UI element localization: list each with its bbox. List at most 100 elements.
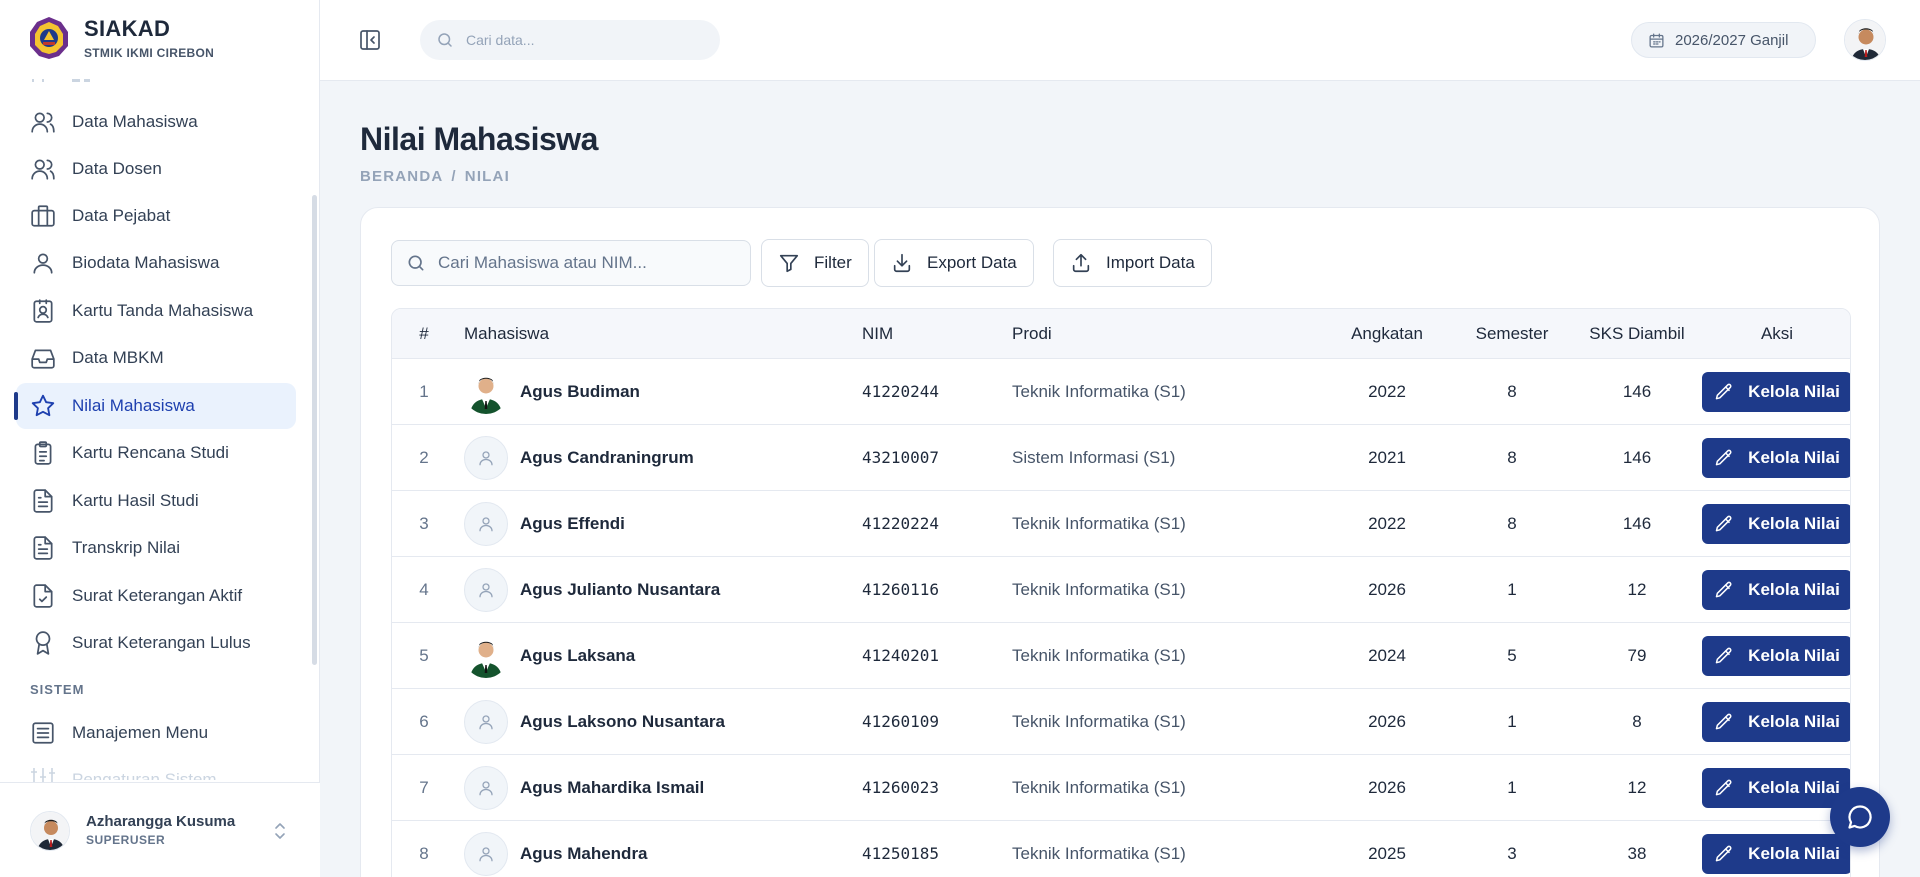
row-number: 2 bbox=[419, 447, 429, 467]
sidebar-item-data-mahasiswa[interactable]: Data Mahasiswa bbox=[16, 99, 296, 145]
table-header: # Mahasiswa NIM Prodi Angkatan Semester … bbox=[392, 309, 1850, 359]
breadcrumb-current: NILAI bbox=[464, 168, 510, 185]
chat-bubble-icon bbox=[1848, 805, 1872, 829]
student-sks: 146 bbox=[1622, 513, 1652, 533]
student-cell: Agus Effendi bbox=[464, 491, 625, 556]
id-badge-icon bbox=[33, 299, 53, 323]
student-semester: 8 bbox=[1507, 513, 1517, 533]
kelola-nilai-button[interactable]: Kelola Nilai bbox=[1702, 833, 1850, 874]
file-text-icon bbox=[33, 536, 53, 560]
file-text-icon bbox=[33, 489, 53, 513]
pencil-icon bbox=[1715, 383, 1732, 399]
chat-button[interactable] bbox=[1830, 787, 1890, 847]
student-sks: 38 bbox=[1627, 843, 1647, 863]
sidebar-item-label: Kartu Hasil Studi bbox=[72, 491, 199, 510]
sidebar-item-kartu-rencana-studi[interactable]: Kartu Rencana Studi bbox=[16, 430, 296, 476]
header-mahasiswa[interactable]: Mahasiswa bbox=[464, 309, 549, 358]
header-semester[interactable]: Semester bbox=[1452, 309, 1572, 358]
user-placeholder-icon bbox=[464, 501, 508, 546]
student-search-input[interactable] bbox=[438, 253, 738, 273]
filter-button[interactable]: Filter bbox=[761, 239, 869, 287]
student-nim: 41240201 bbox=[862, 646, 940, 665]
download-icon bbox=[893, 253, 911, 273]
kelola-nilai-label: Kelola Nilai bbox=[1748, 645, 1840, 665]
user-role: SUPERUSER bbox=[86, 833, 166, 847]
table-row: 5 Agus Laksana 41240201 Teknik Informatika … bbox=[392, 623, 1850, 689]
sidebar-item-surat-keterangan-lulus[interactable]: Surat Keterangan Lulus bbox=[16, 620, 296, 666]
import-data-button[interactable]: Import Data bbox=[1053, 239, 1212, 287]
kelola-nilai-button[interactable]: Kelola Nilai bbox=[1702, 437, 1850, 478]
sidebar-item-pengaturan-sistem[interactable]: Pengaturan Sistem bbox=[30, 768, 217, 782]
kelola-nilai-button[interactable]: Kelola Nilai bbox=[1702, 371, 1850, 412]
user-profile[interactable]: Azharangga Kusuma SUPERUSER bbox=[0, 782, 320, 877]
row-number: 7 bbox=[419, 777, 429, 797]
header-nim[interactable]: NIM bbox=[862, 309, 893, 358]
header-sks[interactable]: SKS Diambil bbox=[1572, 309, 1702, 358]
student-prodi: Teknik Informatika (S1) bbox=[1012, 645, 1186, 665]
academic-period-selector[interactable]: 2026/2027 Ganjil bbox=[1631, 22, 1816, 58]
sidebar-item-biodata-mahasiswa[interactable]: Biodata Mahasiswa bbox=[16, 240, 296, 286]
student-nim: 41250185 bbox=[862, 844, 940, 863]
profile-avatar[interactable] bbox=[1844, 19, 1886, 61]
clipboard-icon bbox=[34, 441, 52, 465]
student-search[interactable] bbox=[391, 240, 751, 286]
table-body: 1 Agus Budiman 41220244 Teknik Informatika … bbox=[392, 359, 1850, 877]
sidebar-item-kartu-tanda-mahasiswa[interactable]: Kartu Tanda Mahasiswa bbox=[16, 288, 296, 334]
global-search-input[interactable] bbox=[466, 32, 696, 48]
table-row: 6 Agus Laksono Nusantara 41260109 Teknik In… bbox=[392, 689, 1850, 755]
clipped-menu-item bbox=[30, 78, 170, 82]
kelola-nilai-button[interactable]: Kelola Nilai bbox=[1702, 569, 1850, 610]
sidebar-item-transkrip-nilai[interactable]: Transkrip Nilai bbox=[16, 525, 296, 571]
college-logo-icon bbox=[30, 17, 68, 59]
sidebar-item-surat-keterangan-aktif[interactable]: Surat Keterangan Aktif bbox=[16, 573, 296, 619]
student-cell: Agus Laksono Nusantara bbox=[464, 689, 725, 754]
table-row: 2 Agus Candraningrum 43210007 Sistem Inform… bbox=[392, 425, 1850, 491]
kelola-nilai-button[interactable]: Kelola Nilai bbox=[1702, 635, 1850, 676]
global-search[interactable] bbox=[420, 20, 720, 60]
sidebar-scrollbar[interactable] bbox=[312, 195, 317, 665]
row-number: 1 bbox=[419, 381, 429, 401]
table-row: 1 Agus Budiman 41220244 Teknik Informatika … bbox=[392, 359, 1850, 425]
student-angkatan: 2022 bbox=[1368, 513, 1406, 533]
student-semester: 8 bbox=[1507, 381, 1517, 401]
sidebar-item-manajemen-menu[interactable]: Manajemen Menu bbox=[16, 710, 296, 756]
kelola-nilai-label: Kelola Nilai bbox=[1748, 843, 1840, 863]
brand[interactable]: SIAKAD STMIK IKMI CIREBON bbox=[28, 16, 214, 60]
student-sks: 12 bbox=[1627, 579, 1647, 599]
active-indicator bbox=[14, 392, 18, 420]
student-sks: 146 bbox=[1622, 447, 1652, 467]
sidebar-toggle-icon[interactable] bbox=[358, 28, 382, 52]
student-prodi: Teknik Informatika (S1) bbox=[1012, 513, 1186, 533]
student-nim: 41260109 bbox=[862, 712, 940, 731]
sidebar-item-label: Data Dosen bbox=[72, 159, 162, 178]
kelola-nilai-button[interactable]: Kelola Nilai bbox=[1702, 701, 1850, 742]
list-icon bbox=[32, 722, 54, 744]
sidebar-item-kartu-hasil-studi[interactable]: Kartu Hasil Studi bbox=[16, 478, 296, 524]
star-icon bbox=[31, 394, 55, 417]
user-placeholder-icon bbox=[464, 831, 508, 876]
sidebar-item-data-pejabat[interactable]: Data Pejabat bbox=[16, 193, 296, 239]
sidebar-item-data-mbkm[interactable]: Data MBKM bbox=[16, 335, 296, 381]
header-prodi[interactable]: Prodi bbox=[1012, 309, 1052, 358]
student-nim: 41260116 bbox=[862, 580, 940, 599]
filter-icon bbox=[779, 254, 799, 273]
import-label: Import Data bbox=[1106, 253, 1195, 272]
sidebar-item-data-dosen[interactable]: Data Dosen bbox=[16, 146, 296, 192]
kelola-nilai-button[interactable]: Kelola Nilai bbox=[1702, 503, 1850, 544]
kelola-nilai-label: Kelola Nilai bbox=[1748, 513, 1840, 533]
topbar: 2026/2027 Ganjil bbox=[320, 0, 1920, 81]
student-name: Agus Mahendra bbox=[520, 843, 648, 863]
sidebar-item-label: Kartu Rencana Studi bbox=[72, 443, 229, 462]
sidebar-item-nilai-mahasiswa[interactable]: Nilai Mahasiswa bbox=[16, 383, 296, 429]
kelola-nilai-button[interactable]: Kelola Nilai bbox=[1702, 767, 1850, 808]
export-data-button[interactable]: Export Data bbox=[874, 239, 1034, 287]
sidebar-item-label: Biodata Mahasiswa bbox=[72, 253, 220, 272]
app-title: SIAKAD bbox=[84, 16, 171, 41]
header-angkatan[interactable]: Angkatan bbox=[1322, 309, 1452, 358]
breadcrumb-home[interactable]: BERANDA bbox=[360, 168, 443, 185]
user-placeholder-icon bbox=[464, 765, 508, 810]
student-prodi: Sistem Informasi (S1) bbox=[1012, 447, 1176, 467]
student-nim: 41220224 bbox=[862, 514, 940, 533]
header-no: # bbox=[419, 323, 429, 343]
chevron-up-down-icon[interactable] bbox=[272, 821, 288, 841]
